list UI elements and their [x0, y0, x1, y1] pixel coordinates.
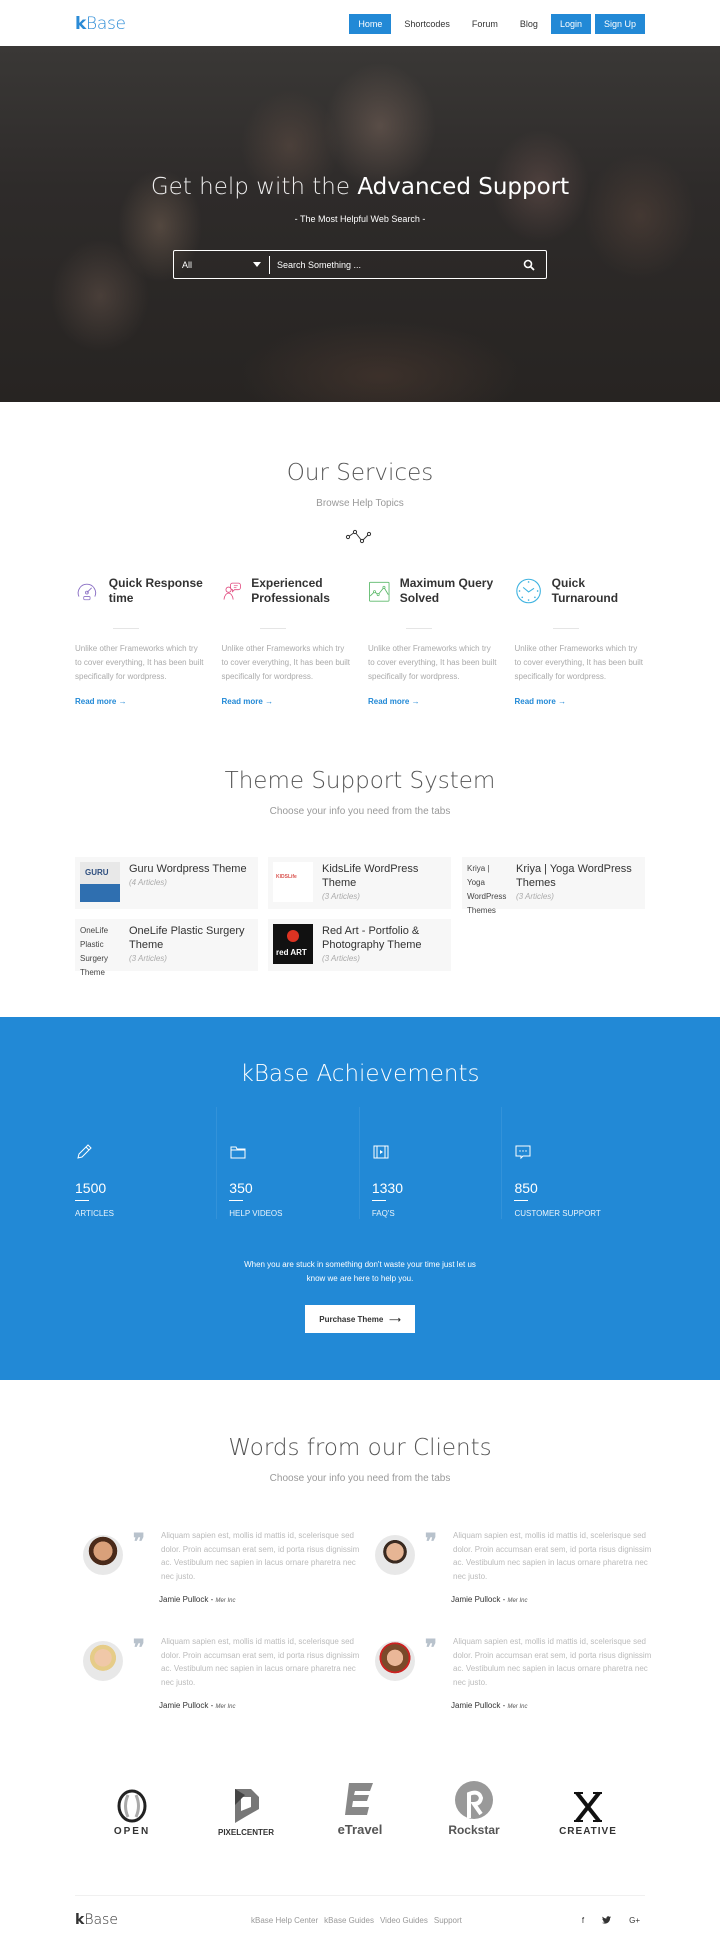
folder-icon — [230, 1146, 246, 1159]
purchase-theme-button[interactable]: Purchase Theme ⟶ — [305, 1305, 415, 1333]
section-subtitle: Browse Help Topics — [316, 498, 404, 509]
section-title: Our Services — [286, 460, 434, 486]
login-button[interactable]: Login — [550, 14, 591, 34]
achievements-text: When you are stuck in something don't wa… — [244, 1260, 476, 1283]
avatar — [375, 1535, 415, 1575]
open-logo-icon — [117, 1789, 147, 1823]
theme-thumbnail: KIDSLife — [273, 862, 313, 902]
theme-thumbnail: red ART — [273, 924, 313, 964]
achievements-section: kBase Achievements 1500 ARTICLES 350 HELP … — [0, 1017, 720, 1380]
read-more-link[interactable]: Read more → — [368, 697, 499, 706]
partner-logo-rockstar[interactable]: Rockstar — [434, 1780, 514, 1837]
footer-link-guides[interactable]: kBase Guides — [324, 1916, 374, 1925]
stat-help-videos: 350 HELP VIDEOS — [217, 1107, 360, 1219]
video-icon — [373, 1145, 389, 1159]
pixelcenter-logo-icon — [235, 1789, 259, 1823]
hero-banner: Get help with the Advanced Support - The… — [0, 46, 720, 402]
service-card: Quick Turnaround Unlike other Frameworks… — [514, 576, 646, 706]
theme-card[interactable]: OneLife Plastic Surgery Theme OneLife Pl… — [75, 919, 258, 977]
service-card: Experienced Professionals Unlike other F… — [221, 576, 353, 706]
avatar — [83, 1641, 123, 1681]
google-plus-icon[interactable]: G+ — [629, 1916, 640, 1926]
category-select[interactable]: All — [174, 251, 269, 278]
speedometer-icon — [77, 583, 97, 601]
signup-button[interactable]: Sign Up — [594, 14, 645, 34]
chat-person-icon — [223, 582, 241, 600]
site-logo[interactable]: kBase — [75, 14, 126, 34]
clock-icon — [515, 578, 541, 604]
avatar — [83, 1535, 123, 1575]
nav-forum[interactable]: Forum — [463, 14, 507, 34]
footer-divider — [75, 1895, 645, 1896]
quote-icon: ❞ — [133, 1529, 145, 1555]
line-chart-icon — [369, 581, 390, 602]
site-footer: kBase kBase Help Center kBase Guides Vid… — [75, 1910, 645, 1932]
search-input[interactable] — [270, 259, 512, 270]
stat-faqs: 1330 FAQ'S — [360, 1107, 503, 1219]
nav-blog[interactable]: Blog — [511, 14, 547, 34]
search-bar: All — [173, 250, 547, 279]
theme-card[interactable]: GURU Guru Wordpress Theme (4 Articles) — [75, 857, 258, 909]
quote-icon: ❞ — [425, 1529, 437, 1555]
section-title: kBase Achievements — [240, 1061, 480, 1087]
partner-logo-creative[interactable]: CREATIVE — [548, 1791, 628, 1837]
creative-logo-icon — [574, 1791, 602, 1823]
partner-logo-pixelcenter[interactable]: PIXELCENTER — [206, 1785, 286, 1837]
footer-logo[interactable]: kBase — [75, 1912, 118, 1928]
nav-shortcodes[interactable]: Shortcodes — [395, 14, 459, 34]
section-subtitle: Choose your info you need from the tabs — [269, 1473, 451, 1484]
etravel-logo-icon — [345, 1783, 373, 1815]
service-card: Quick Response time Unlike other Framewo… — [75, 576, 206, 706]
partner-logos: OPEN PIXELCENTER eTravel Rockstar CREATI… — [75, 1780, 645, 1837]
caret-down-icon — [253, 262, 261, 267]
section-subtitle: Choose your info you need from the tabs — [269, 806, 451, 817]
footer-link-support[interactable]: Support — [434, 1916, 462, 1925]
section-title: Words from our Clients — [228, 1435, 492, 1461]
nav-home[interactable]: Home — [349, 14, 392, 34]
arrow-right-icon: ⟶ — [389, 1314, 401, 1324]
quote-icon: ❞ — [425, 1635, 437, 1661]
theme-thumbnail: Kriya | Yoga WordPress Themes — [467, 864, 507, 915]
clients-section: Words from our Clients Choose your info … — [0, 1435, 720, 1710]
services-section: Our Services Browse Help Topics Quick Re… — [0, 460, 720, 706]
footer-link-help-center[interactable]: kBase Help Center — [251, 1916, 318, 1925]
partner-logo-etravel[interactable]: eTravel — [320, 1781, 400, 1837]
theme-card[interactable]: KIDSLife KidsLife WordPress Theme (3 Arti… — [268, 857, 451, 909]
pencil-icon — [77, 1144, 92, 1159]
section-title: Theme Support System — [224, 768, 496, 794]
twitter-icon[interactable] — [602, 1916, 612, 1926]
site-header: kBase Home Shortcodes Forum Blog Login S… — [0, 0, 720, 46]
theme-thumbnail: OneLife Plastic Surgery Theme — [80, 926, 109, 977]
main-nav: Home Shortcodes Forum Blog Login Sign Up — [349, 14, 645, 34]
facebook-icon[interactable]: f — [582, 1916, 584, 1926]
theme-card[interactable]: Kriya | Yoga WordPress Themes Kriya | Yo… — [462, 857, 645, 915]
service-card: Maximum Query Solved Unlike other Framew… — [368, 576, 499, 706]
theme-support-section: Theme Support System Choose your info yo… — [0, 768, 720, 977]
hero-subtitle: - The Most Helpful Web Search - — [294, 214, 426, 224]
read-more-link[interactable]: Read more → — [75, 697, 206, 706]
search-icon[interactable] — [512, 259, 546, 271]
partner-logo-open[interactable]: OPEN — [92, 1789, 172, 1837]
read-more-link[interactable]: Read more → — [222, 697, 353, 706]
stat-articles: 1500 ARTICLES — [75, 1107, 218, 1219]
chat-icon — [515, 1145, 531, 1160]
theme-thumbnail: GURU — [80, 862, 120, 902]
stat-customer-support: 850 CUSTOMER SUPPORT — [502, 1107, 645, 1219]
zigzag-divider-icon — [345, 529, 372, 544]
read-more-link[interactable]: Read more → — [515, 697, 646, 706]
rockstar-logo-icon — [455, 1781, 493, 1819]
theme-card[interactable]: red ART Red Art - Portfolio & Photograph… — [268, 919, 451, 971]
quote-icon: ❞ — [133, 1635, 145, 1661]
avatar — [375, 1641, 415, 1681]
hero-title: Get help with the Advanced Support — [150, 174, 570, 200]
footer-link-video-guides[interactable]: Video Guides — [380, 1916, 428, 1925]
